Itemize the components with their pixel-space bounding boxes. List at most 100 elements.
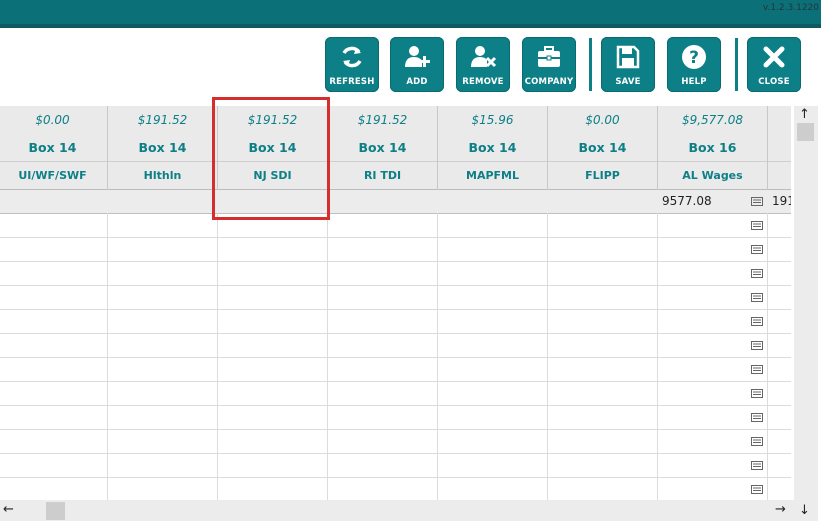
column-name: FLIPP: [548, 162, 657, 190]
table-row[interactable]: [0, 382, 791, 406]
help-label: HELP: [681, 77, 707, 87]
table-row[interactable]: [0, 286, 791, 310]
column-name: [768, 162, 791, 190]
table-row[interactable]: [0, 406, 791, 430]
save-button[interactable]: SAVE: [601, 37, 655, 92]
scroll-down-icon[interactable]: ↓: [799, 504, 810, 518]
remove-user-icon: [471, 46, 497, 68]
column-divider: [547, 213, 548, 500]
svg-text:?: ?: [689, 48, 699, 68]
remove-label: REMOVE: [462, 77, 504, 87]
column-total: $191.52: [218, 106, 327, 135]
list-icon[interactable]: [751, 365, 763, 374]
column-box: Box 14: [0, 134, 107, 162]
close-icon: [763, 46, 785, 68]
close-button[interactable]: CLOSE: [747, 37, 801, 92]
column-partial[interactable]: [768, 106, 791, 190]
horizontal-scroll-thumb[interactable]: [46, 502, 65, 520]
total-next-column: 191: [772, 194, 791, 208]
column-name: AL Wages: [658, 162, 767, 190]
briefcase-icon: [538, 46, 560, 67]
column-hlthln[interactable]: $191.52 Box 14 Hlthln: [108, 106, 218, 190]
vertical-scroll-thumb[interactable]: [797, 123, 814, 141]
refresh-icon: [342, 46, 362, 68]
list-icon[interactable]: [751, 389, 763, 398]
refresh-button[interactable]: REFRESH: [325, 37, 379, 92]
column-divider: [437, 213, 438, 500]
vertical-scrollbar[interactable]: ↑ ↓: [794, 106, 818, 521]
list-icon[interactable]: [751, 413, 763, 422]
list-icon[interactable]: [751, 245, 763, 254]
remove-button[interactable]: REMOVE: [456, 37, 510, 92]
help-button[interactable]: ? HELP: [667, 37, 721, 92]
add-button[interactable]: ADD: [390, 37, 444, 92]
column-box: Box 16: [658, 134, 767, 162]
column-total: $191.52: [108, 106, 217, 135]
table-row[interactable]: [0, 430, 791, 454]
table-row[interactable]: [0, 358, 791, 382]
company-button[interactable]: COMPANY: [522, 37, 576, 92]
scroll-up-icon[interactable]: ↑: [799, 108, 810, 122]
column-name: RI TDI: [328, 162, 437, 190]
column-divider: [107, 213, 108, 500]
column-mapfml[interactable]: $15.96 Box 14 MAPFML: [438, 106, 548, 190]
scroll-left-icon[interactable]: ←: [3, 503, 14, 517]
list-icon[interactable]: [751, 293, 763, 302]
column-total: [768, 106, 791, 135]
list-icon[interactable]: [751, 221, 763, 230]
column-divider: [767, 213, 768, 500]
column-box: Box 14: [108, 134, 217, 162]
refresh-label: REFRESH: [329, 77, 375, 87]
total-row[interactable]: 9577.08 191: [0, 190, 791, 214]
column-total: $0.00: [0, 106, 107, 135]
column-total: $191.52: [328, 106, 437, 135]
column-total: $0.00: [548, 106, 657, 135]
column-ui-wf-swf[interactable]: $0.00 Box 14 UI/WF/SWF: [0, 106, 108, 190]
column-divider: [657, 213, 658, 500]
grid-header: $0.00 Box 14 UI/WF/SWF $191.52 Box 14 Hl…: [0, 106, 791, 190]
column-nj-sdi[interactable]: $191.52 Box 14 NJ SDI: [218, 106, 328, 190]
table-row[interactable]: [0, 334, 791, 358]
column-name: Hlthln: [108, 162, 217, 190]
list-icon[interactable]: [751, 269, 763, 278]
column-name: UI/WF/SWF: [0, 162, 107, 190]
column-flipp[interactable]: $0.00 Box 14 FLIPP: [548, 106, 658, 190]
table-row[interactable]: [0, 454, 791, 478]
column-total: $15.96: [438, 106, 547, 135]
column-al-wages[interactable]: $9,577.08 Box 16 AL Wages: [658, 106, 768, 190]
column-box: Box 14: [548, 134, 657, 162]
company-label: COMPANY: [524, 77, 574, 87]
column-box: Box 14: [438, 134, 547, 162]
table-row[interactable]: [0, 262, 791, 286]
horizontal-scrollbar[interactable]: ← →: [0, 500, 794, 521]
table-row[interactable]: [0, 478, 791, 500]
table-row[interactable]: [0, 214, 791, 238]
list-icon[interactable]: [751, 341, 763, 350]
data-grid: $0.00 Box 14 UI/WF/SWF $191.52 Box 14 Hl…: [0, 106, 791, 500]
column-divider: [217, 213, 218, 500]
list-icon[interactable]: [751, 485, 763, 494]
version-label: v.1.2.3.1220: [762, 3, 819, 13]
toolbar: REFRESH ADD REMOVE COMPANY SAVE ? HELP C…: [0, 28, 821, 106]
toolbar-separator: [735, 38, 738, 91]
list-icon[interactable]: [751, 437, 763, 446]
table-row[interactable]: [0, 310, 791, 334]
list-icon[interactable]: [751, 461, 763, 470]
column-divider: [327, 213, 328, 500]
floppy-icon: [616, 45, 640, 69]
close-label: CLOSE: [758, 77, 790, 87]
scroll-right-icon[interactable]: →: [775, 503, 786, 517]
table-row[interactable]: [0, 238, 791, 262]
title-bar: v.1.2.3.1220: [0, 0, 821, 28]
column-box: Box 14: [218, 134, 327, 162]
column-name: MAPFML: [438, 162, 547, 190]
toolbar-separator: [589, 38, 592, 91]
add-user-icon: [405, 46, 430, 67]
list-icon[interactable]: [751, 317, 763, 326]
add-label: ADD: [406, 77, 428, 87]
column-box: Box 14: [328, 134, 437, 162]
column-total: $9,577.08: [658, 106, 767, 135]
column-name: NJ SDI: [218, 162, 327, 190]
column-ri-tdi[interactable]: $191.52 Box 14 RI TDI: [328, 106, 438, 190]
list-icon[interactable]: [751, 197, 763, 206]
